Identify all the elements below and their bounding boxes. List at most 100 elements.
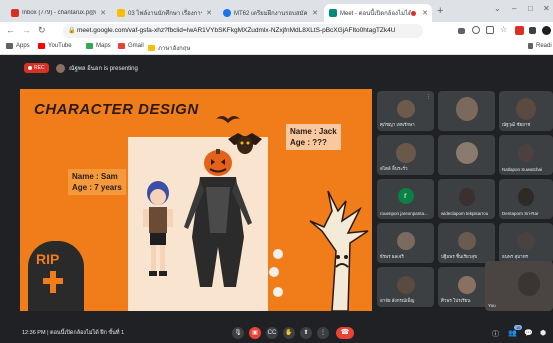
activities-icon[interactable]: ⬢ [540,329,546,337]
presentation-slide: CHARACTER DESIGN Name: Sam Age: 7 year… [20,89,372,311]
bookmark-gmail[interactable]: Gmail [118,43,144,49]
recording-dot-icon [411,10,417,16]
close-tab-icon[interactable]: ✕ [422,9,428,17]
participant-name: rouenpon jareonpanta... [380,211,428,216]
people-icon[interactable]: 👥 [508,329,517,337]
participant-tile[interactable]: Dentaporn Sri-Rar [499,179,553,219]
meeting-details-icon[interactable]: ⓘ [492,329,499,339]
participant-name: ธีรพร ผลเจริ [380,254,404,259]
bookmark-label: ภาษาอังกฤษ [158,46,191,52]
tab-title: 03 ไฟล์งานนักศึกษา เรื่องการออกแบบตัวละค… [128,11,202,17]
participant-video [457,276,476,294]
tab-drive-folder[interactable]: 03 ไฟล์งานนักศึกษา เรื่องการออกแบบตัวละค… [112,4,216,22]
captions-button[interactable]: CC [266,327,278,339]
tab-title: Inbox (779) - chantarux.p@mahidol.ac.th [22,10,96,16]
jack-name: Name : Jack [290,127,337,136]
recording-badge: REC [24,63,49,73]
camera-in-use-icon[interactable] [458,28,465,34]
participant-video [396,100,415,118]
jack-age: Age : ??? [290,138,327,147]
self-name: You [488,303,496,308]
tab-title: Meet - ตอนนี้เปิดกล้องไม่ได้ [340,11,412,17]
participant-name: ธนพร สุมาทร [502,254,529,259]
browser-tab-bar: Inbox (779) - chantarux.p@mahidol.ac.th … [0,0,553,22]
forward-arrow-icon[interactable]: → [22,25,31,35]
close-tab-icon[interactable]: ✕ [100,9,106,17]
facebook-favicon-icon [223,9,231,17]
participant-tile[interactable]: ธนพร สุมาทร [499,223,553,263]
bookmark-maps[interactable]: Maps [86,43,111,49]
gmail-icon [118,43,125,49]
participant-name: wideclapom tekpisarrou [441,211,489,216]
bat-icon [216,116,240,123]
extensions-puzzle-icon[interactable] [529,27,536,34]
sam-info-box: Name : Sam Age : 7 years [68,169,126,195]
camera-off-button[interactable]: ▣ [249,327,261,339]
more-options-button[interactable]: ⋮ [317,327,329,339]
tab-inbox[interactable]: Inbox (779) - chantarux.p@mahidol.ac.th … [6,4,110,22]
extension-red-icon[interactable] [515,26,524,35]
bookmark-youtube[interactable]: YouTube [38,43,72,49]
chat-icon[interactable]: 💬 [524,329,533,337]
mic-off-icon: ⋮ [426,94,431,100]
participant-video [517,232,535,250]
participant-tile[interactable]: อาจัย สังกรณ์เพ็ญ [377,267,434,307]
tombstone: RIP [28,241,84,311]
close-window-button[interactable]: ✕ [543,4,550,13]
apps-grid-icon [6,43,13,49]
reading-list[interactable]: Readi [528,43,552,49]
meet-controls-bar: 12:36 PM | ตอนนี้เปิดกล้องไม่ได้ ฝึก ขั้… [0,323,553,343]
slide-title: CHARACTER DESIGN [34,101,199,118]
lock-icon: 🔒 [68,28,76,34]
back-arrow-icon[interactable]: ← [6,25,15,35]
participant-tile[interactable] [438,135,495,175]
participant-tile[interactable]: wideclapom tekpisarrou [438,179,495,219]
participant-tile[interactable]: ธีรพร ผลเจริ [377,223,434,263]
participant-tile[interactable]: Natlapon Suwatchai [499,135,553,175]
reload-icon[interactable]: ↻ [38,25,46,36]
minimize-button[interactable]: – [512,4,516,13]
maximize-button[interactable]: □ [528,4,533,13]
close-tab-icon[interactable]: ✕ [312,9,318,17]
meet-call-area: REC ณัฐพล อ้นอก is presenting CHARACTER … [0,55,553,343]
tab-facebook-group[interactable]: MT62 เตรียมฝึกงานรอบสมัครใจ ✕ [218,4,322,22]
bookmark-folder[interactable]: ภาษาอังกฤษ [148,43,190,53]
participant-tile[interactable]: สไตล์ ลิ้นระรั่ว [377,135,434,175]
new-tab-button[interactable]: + [437,5,443,17]
participant-tile[interactable]: ณัฐวุฒิ ชัยยาช [499,91,553,131]
participant-tile[interactable]: ⋮ ศุภัชญา เทพรักษา [377,91,434,131]
profile-avatar-icon[interactable] [542,26,551,35]
participant-initial-avatar: r [397,187,414,204]
present-now-button[interactable]: ⬆ [300,327,312,339]
share-icon[interactable] [486,26,494,34]
raise-hand-button[interactable]: ✋ [283,327,295,339]
search-lens-icon[interactable] [472,26,480,34]
skull-icon [273,249,283,259]
bookmark-label: Apps [16,43,30,49]
address-bar[interactable]: 🔒 meet.google.com/vaf-gsfa-xhz?fbclid=Iw… [63,24,423,38]
bookmark-label: Maps [96,43,111,49]
reading-list-icon [528,43,533,49]
participant-tile[interactable] [438,91,495,131]
end-call-button[interactable]: ☎ [336,327,354,339]
participant-name: ณัฐวุฒิ ชัยยาช [502,122,531,127]
participant-video [516,98,536,120]
meeting-name: ตอนนี้เปิดกล้องไม่ได้ ฝึก ขั้นที่ 1 [50,330,125,336]
bookmark-apps[interactable]: Apps [6,43,30,49]
microphone-button[interactable]: 🎙 [232,327,244,339]
participant-tile[interactable]: ปฐิมพร ชิ้นเรียวสุข [438,223,495,263]
bookmarks-bar: Apps YouTube Maps Gmail ภาษาอังกฤษ Readi [0,40,553,55]
star-icon[interactable]: ☆ [500,25,507,34]
participant-video [455,142,478,164]
rec-label: REC [34,65,45,71]
participant-video [457,232,476,250]
tab-search-icon[interactable]: ⌄ [494,4,501,13]
sam-age: Age : 7 years [72,183,122,192]
self-view-tile[interactable]: You [485,261,553,311]
close-tab-icon[interactable]: ✕ [206,9,212,17]
tab-meet[interactable]: Meet - ตอนนี้เปิดกล้องไม่ได้ ✕ [324,4,432,22]
participant-count-badge: 16 [514,325,523,330]
reading-list-label: Readi [536,43,552,49]
participant-tile[interactable]: r rouenpon jareonpanta... [377,179,434,219]
skull-icon [269,267,279,277]
